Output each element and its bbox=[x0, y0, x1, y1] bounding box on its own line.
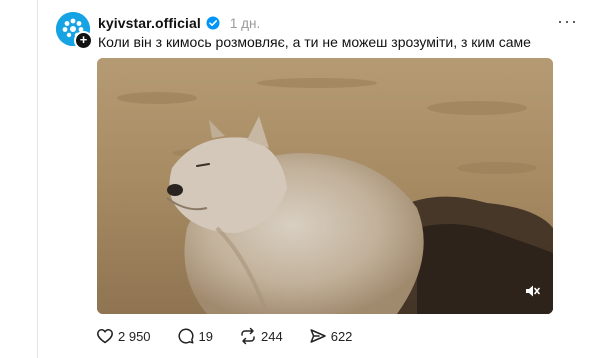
heart-icon bbox=[97, 329, 113, 344]
post-timestamp: 1 дн. bbox=[229, 15, 261, 31]
repost-button[interactable]: 244 bbox=[239, 327, 283, 345]
more-dots-icon: ··· bbox=[557, 11, 578, 31]
comment-bubble-icon bbox=[178, 328, 194, 344]
mute-toggle-button[interactable] bbox=[523, 282, 541, 300]
verified-badge-icon bbox=[206, 16, 220, 30]
post-actions: 2 950 19 244 622 bbox=[96, 326, 378, 346]
feed-post: + kyivstar.official 1 дн. ··· Коли він з… bbox=[38, 0, 600, 358]
repost-arrows-icon bbox=[241, 327, 255, 345]
share-button[interactable]: 622 bbox=[309, 327, 353, 345]
share-count: 622 bbox=[330, 328, 353, 344]
follow-plus-button[interactable]: + bbox=[74, 31, 93, 50]
video-player[interactable] bbox=[97, 58, 553, 314]
speaker-muted-icon bbox=[526, 285, 540, 297]
post-caption: Коли він з кимось розмовляє, а ти не мож… bbox=[98, 34, 531, 50]
comment-count: 19 bbox=[198, 328, 214, 344]
like-button[interactable]: 2 950 bbox=[96, 327, 151, 345]
more-options-button[interactable]: ··· bbox=[557, 12, 578, 30]
video-frame bbox=[97, 58, 553, 314]
send-arrow-icon bbox=[310, 329, 326, 343]
like-count: 2 950 bbox=[118, 328, 151, 344]
post-header: kyivstar.official 1 дн. bbox=[98, 13, 260, 33]
app-frame: + kyivstar.official 1 дн. ··· Коли він з… bbox=[0, 0, 600, 358]
comment-button[interactable]: 19 bbox=[177, 327, 213, 345]
username[interactable]: kyivstar.official bbox=[98, 15, 201, 31]
repost-count: 244 bbox=[261, 328, 283, 344]
